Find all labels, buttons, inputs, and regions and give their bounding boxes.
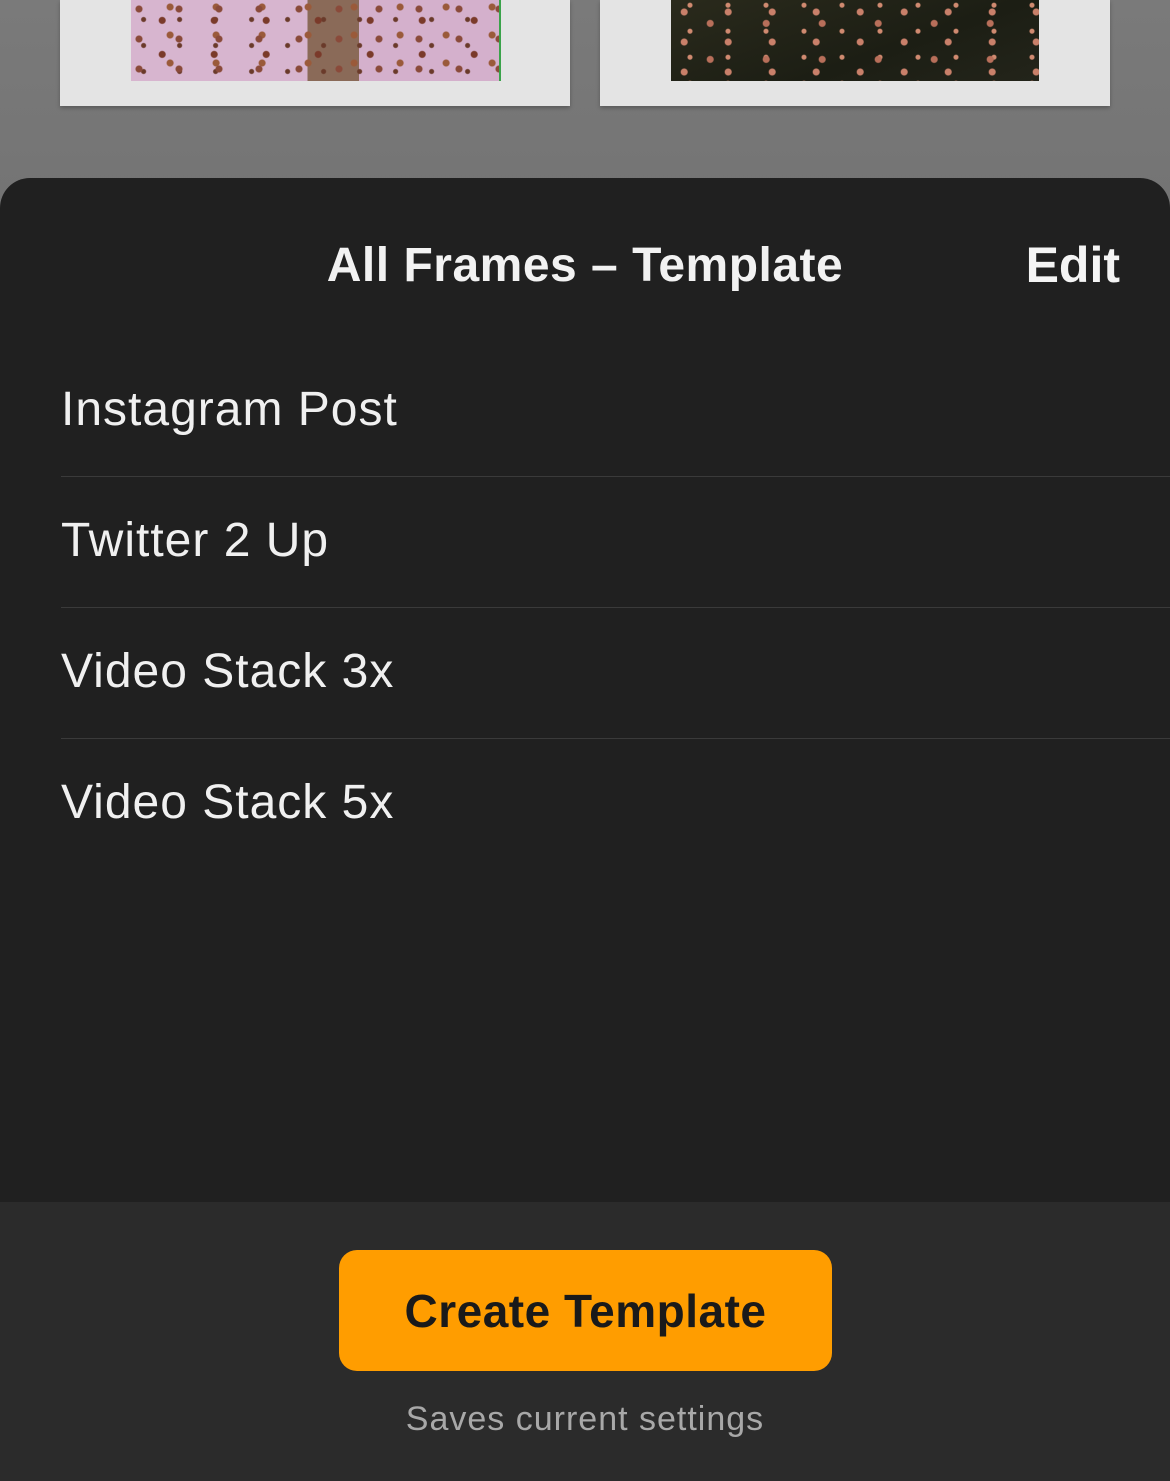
template-item-label: Instagram Post — [61, 382, 398, 436]
template-item-label: Video Stack 3x — [61, 644, 395, 698]
frame-card[interactable] — [600, 0, 1110, 106]
create-template-button[interactable]: Create Template — [339, 1250, 832, 1371]
template-item-instagram-post[interactable]: Instagram Post — [61, 346, 1170, 477]
canvas-background — [0, 0, 1170, 200]
sheet-footer: Create Template Saves current settings — [0, 1202, 1170, 1481]
sheet-header: All Frames – Template Edit — [0, 178, 1170, 348]
frame-photo-image — [131, 0, 501, 81]
template-item-label: Twitter 2 Up — [61, 513, 330, 567]
template-item-label: Video Stack 5x — [61, 776, 395, 829]
template-list: Instagram Post Twitter 2 Up Video Stack … — [61, 346, 1170, 870]
template-sheet: All Frames – Template Edit Instagram Pos… — [0, 178, 1170, 1481]
frame-photo-image — [671, 0, 1039, 81]
template-item-video-stack-5x[interactable]: Video Stack 5x — [61, 739, 1170, 870]
frame-card[interactable] — [60, 0, 570, 106]
edit-button[interactable]: Edit — [1026, 236, 1120, 294]
footer-note: Saves current settings — [405, 1400, 765, 1438]
sheet-title: All Frames – Template — [326, 239, 844, 292]
template-item-twitter-2-up[interactable]: Twitter 2 Up — [61, 477, 1170, 608]
template-item-video-stack-3x[interactable]: Video Stack 3x — [61, 608, 1170, 739]
